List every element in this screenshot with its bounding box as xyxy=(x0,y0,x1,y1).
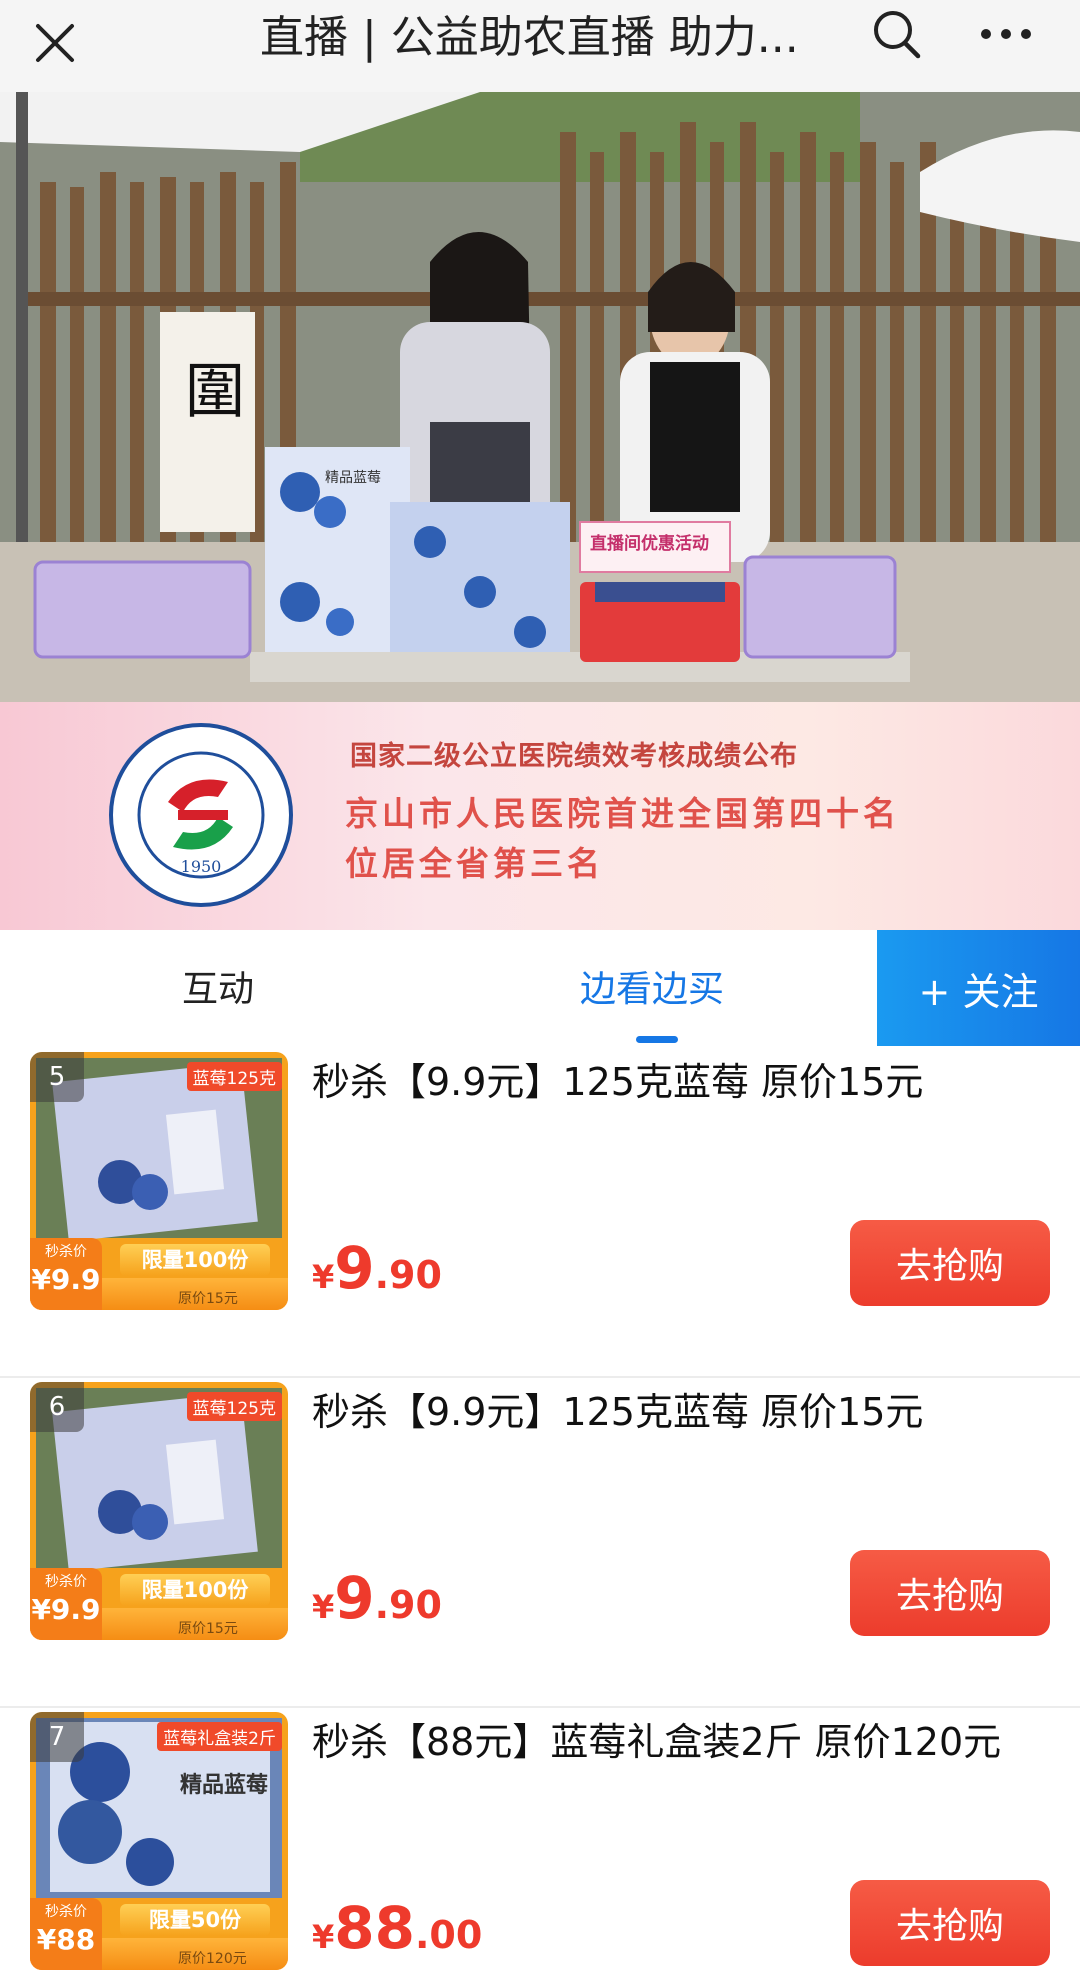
follow-button[interactable]: + 关注 xyxy=(877,930,1080,1046)
product-thumbnail[interactable]: 6 蓝莓125克 限量100份 秒杀价 ¥9.9 原价15元 xyxy=(30,1382,288,1640)
hospital-logo-icon: 1950 xyxy=(109,723,293,907)
live-video-frame: 圍 精品蓝莓 直播间优惠活动 xyxy=(0,92,1080,702)
price-decimal: .90 xyxy=(374,1253,442,1297)
more-icon[interactable] xyxy=(976,6,1036,62)
seckill-badge: 秒杀价 ¥9.9 xyxy=(30,1568,102,1640)
seckill-label: 秒杀价 xyxy=(45,1244,87,1260)
banner-line-1: 国家二级公立医院绩效考核成绩公布 xyxy=(350,741,798,772)
buy-button[interactable]: 去抢购 xyxy=(850,1880,1050,1966)
seckill-badge: 秒杀价 ¥9.9 xyxy=(30,1238,102,1310)
close-icon[interactable] xyxy=(30,18,80,68)
buy-button[interactable]: 去抢购 xyxy=(850,1220,1050,1306)
product-index: 5 xyxy=(30,1052,84,1102)
seckill-price: ¥88 xyxy=(36,1923,96,1956)
price-currency: ¥ xyxy=(312,1258,335,1296)
thumb-original-price: 原价15元 xyxy=(178,1621,238,1637)
product-thumbnail[interactable]: 5 蓝莓125克 限量100份 秒杀价 ¥9.9 原价15元 xyxy=(30,1052,288,1310)
seckill-label: 秒杀价 xyxy=(45,1904,87,1920)
seckill-price: ¥9.9 xyxy=(31,1593,101,1626)
banner-line-2: 京山市人民医院首进全国第四十名 xyxy=(345,794,900,833)
product-price: ¥88.00 xyxy=(312,1894,482,1962)
svg-text:精品蓝莓: 精品蓝莓 xyxy=(180,1772,268,1798)
banner-line-3: 位居全省第三名 xyxy=(345,844,604,883)
video-sign-text: 直播间优惠活动 xyxy=(590,533,709,554)
logo-year: 1950 xyxy=(181,857,222,876)
price-integer: 9 xyxy=(334,1234,375,1302)
tab-shop[interactable]: 边看边买 xyxy=(580,960,724,1012)
product-item[interactable]: 5 蓝莓125克 限量100份 秒杀价 ¥9.9 原价15元 秒杀【9.9元】1… xyxy=(0,1048,1080,1378)
tab-interact[interactable]: 互动 xyxy=(182,960,254,1012)
product-tag: 蓝莓125克 xyxy=(186,1062,282,1091)
page-title: 直播 | 公益助农直播 助力... xyxy=(260,12,799,63)
price-integer: 9 xyxy=(334,1564,375,1632)
live-video[interactable]: 圍 精品蓝莓 直播间优惠活动 xyxy=(0,92,1080,702)
price-decimal: .90 xyxy=(374,1583,442,1627)
product-index: 6 xyxy=(30,1382,84,1432)
product-item[interactable]: 精品蓝莓 7 蓝莓礼盒装2斤 限量50份 秒杀价 ¥88 原价120元 秒杀【8… xyxy=(0,1708,1080,1977)
top-nav-bar: 直播 | 公益助农直播 助力... xyxy=(0,0,1080,92)
product-tag: 蓝莓礼盒装2斤 xyxy=(157,1722,282,1751)
limit-badge: 限量100份 xyxy=(120,1574,270,1606)
price-currency: ¥ xyxy=(312,1918,335,1956)
buy-button[interactable]: 去抢购 xyxy=(850,1550,1050,1636)
search-icon[interactable] xyxy=(868,6,924,62)
product-name[interactable]: 秒杀【9.9元】125克蓝莓 原价15元 xyxy=(312,1054,1042,1110)
tab-bar: 互动 边看边买 + 关注 xyxy=(0,930,1080,1046)
thumb-original-price: 原价120元 xyxy=(178,1951,247,1967)
seckill-label: 秒杀价 xyxy=(45,1574,87,1590)
price-integer: 88 xyxy=(334,1894,415,1962)
limit-badge: 限量100份 xyxy=(120,1244,270,1276)
active-tab-indicator xyxy=(636,1036,678,1043)
limit-badge: 限量50份 xyxy=(120,1904,270,1936)
price-decimal: .00 xyxy=(414,1913,483,1957)
product-price: ¥9.90 xyxy=(312,1234,442,1302)
promo-banner[interactable]: 1950 国家二级公立医院绩效考核成绩公布 京山市人民医院首进全国第四十名 位居… xyxy=(0,702,1080,930)
seckill-price: ¥9.9 xyxy=(31,1263,101,1296)
product-name[interactable]: 秒杀【88元】蓝莓礼盒装2斤 原价120元 xyxy=(312,1714,1042,1770)
price-currency: ¥ xyxy=(312,1588,335,1626)
svg-text:圍: 圍 xyxy=(185,357,245,427)
product-tag: 蓝莓125克 xyxy=(186,1392,282,1421)
thumb-original-price: 原价15元 xyxy=(178,1291,238,1307)
product-thumbnail[interactable]: 精品蓝莓 7 蓝莓礼盒装2斤 限量50份 秒杀价 ¥88 原价120元 xyxy=(30,1712,288,1970)
product-price: ¥9.90 xyxy=(312,1564,442,1632)
video-box-label: 精品蓝莓 xyxy=(325,470,381,486)
seckill-badge: 秒杀价 ¥88 xyxy=(30,1898,102,1970)
product-item[interactable]: 6 蓝莓125克 限量100份 秒杀价 ¥9.9 原价15元 秒杀【9.9元】1… xyxy=(0,1378,1080,1708)
product-name[interactable]: 秒杀【9.9元】125克蓝莓 原价15元 xyxy=(312,1384,1042,1440)
product-index: 7 xyxy=(30,1712,84,1762)
